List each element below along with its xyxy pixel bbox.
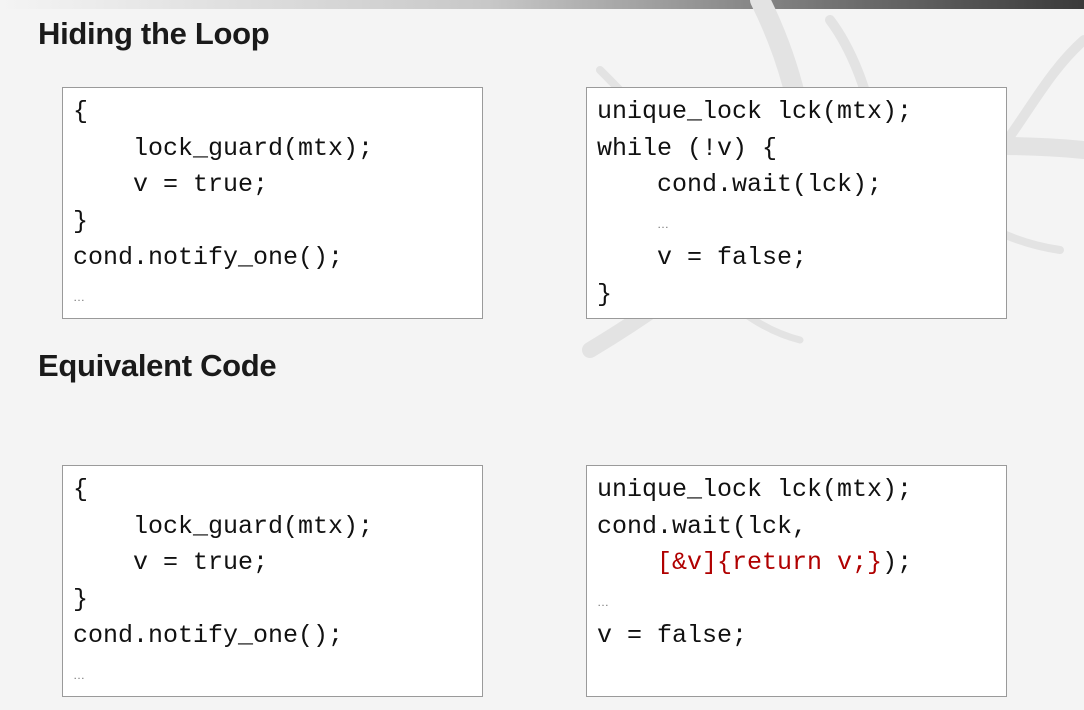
code-text: unique_lock lck(mtx); [597, 97, 913, 126]
code-text: cond.notify_one(); [73, 621, 344, 650]
section-title-hiding-the-loop: Hiding the Loop [38, 16, 270, 51]
code-line: v = false; [597, 240, 912, 277]
code-line: } [597, 277, 912, 314]
code-line: { [73, 94, 373, 131]
code-line: [&v]{return v;}); [597, 545, 912, 582]
code-line: cond.wait(lck); [597, 167, 912, 204]
code-text: v = false; [597, 621, 748, 650]
code-text: v = true; [133, 548, 269, 577]
code-text: while (!v) { [597, 133, 778, 163]
code-line: … [597, 204, 912, 241]
code-line: cond.notify_one(); [73, 240, 373, 277]
code-listing: unique_lock lck(mtx); while (!v) { cond.w… [597, 94, 912, 313]
code-text: } [73, 584, 89, 614]
code-box-notify-original: { lock_guard(mtx); v = true;} cond.notify… [62, 87, 483, 319]
code-box-wait-loop: unique_lock lck(mtx); while (!v) { cond.w… [586, 87, 1007, 319]
ellipsis: … [73, 667, 85, 682]
code-line: while (!v) { [597, 131, 912, 168]
code-line: } [73, 582, 373, 619]
code-text: { [73, 97, 89, 126]
ellipsis: … [597, 594, 609, 609]
ellipsis: … [657, 216, 670, 231]
lambda-predicate: [&v]{return v;} [657, 548, 883, 577]
code-text: lock_guard(mtx); [133, 511, 374, 541]
code-line: … [597, 582, 912, 619]
code-text: v = false; [657, 243, 808, 272]
code-line: } [73, 204, 373, 241]
code-listing: { lock_guard(mtx); v = true;} cond.notify… [73, 94, 373, 313]
section-title-equivalent-code: Equivalent Code [38, 348, 277, 383]
code-line: unique_lock lck(mtx); [597, 472, 912, 509]
code-line: … [73, 277, 373, 314]
code-text: cond.wait(lck, [597, 511, 808, 541]
code-text: ); [882, 548, 913, 577]
code-line: lock_guard(mtx); [73, 509, 373, 546]
code-text: lock_guard(mtx); [133, 133, 374, 163]
code-line: v = true; [73, 545, 373, 582]
code-line: v = true; [73, 167, 373, 204]
code-listing: { lock_guard(mtx); v = true;} cond.notify… [73, 472, 373, 691]
code-text: cond.notify_one(); [73, 243, 344, 272]
code-box-wait-predicate: unique_lock lck(mtx); cond.wait(lck, [&v]… [586, 465, 1007, 697]
code-text: v = true; [133, 170, 269, 199]
code-text: { [73, 475, 89, 504]
code-text: } [597, 279, 613, 309]
code-line: unique_lock lck(mtx); [597, 94, 912, 131]
code-text: cond.wait(lck); [657, 170, 883, 199]
code-text: unique_lock lck(mtx); [597, 475, 913, 504]
ellipsis: … [73, 289, 85, 304]
code-line: cond.notify_one(); [73, 618, 373, 655]
code-listing: unique_lock lck(mtx); cond.wait(lck, [&v]… [597, 472, 912, 655]
code-line: … [73, 655, 373, 692]
code-text: } [73, 206, 89, 236]
code-line: { [73, 472, 373, 509]
code-line: cond.wait(lck, [597, 509, 912, 546]
code-line: v = false; [597, 618, 912, 655]
code-line: lock_guard(mtx); [73, 131, 373, 168]
code-box-notify-equivalent: { lock_guard(mtx); v = true;} cond.notify… [62, 465, 483, 697]
